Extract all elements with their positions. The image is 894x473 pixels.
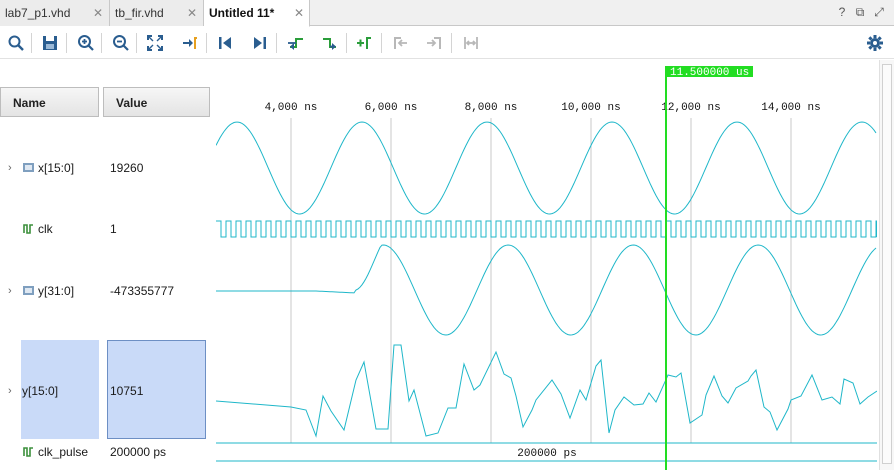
help-icon[interactable]: ? <box>834 4 850 20</box>
time-tick-label: 12,000 ns <box>661 102 720 114</box>
settings-icon[interactable] <box>866 34 884 52</box>
close-icon[interactable]: ✕ <box>187 0 197 26</box>
signal-name: clk_pulse <box>38 445 89 459</box>
tab-label: Untitled 11* <box>209 6 275 20</box>
signal-value: 19260 <box>110 161 144 175</box>
bit-signal-icon <box>23 447 33 457</box>
bus-signal-icon <box>23 163 34 172</box>
previous-transition-icon[interactable] <box>287 34 305 52</box>
signal-wave-y15 <box>215 344 878 438</box>
time-tick-label: 6,000 ns <box>365 102 418 114</box>
toolbar-separator <box>276 33 277 53</box>
signal-row-y31[interactable]: › y[31:0] -473355777 <box>0 281 210 301</box>
chevron-right-icon[interactable]: › <box>8 381 12 401</box>
signal-name: clk <box>38 222 53 236</box>
go-to-cursor-icon[interactable] <box>181 34 199 52</box>
tab-tb-fir[interactable]: tb_fir.vhd ✕ <box>110 0 204 26</box>
signal-row-y15[interactable]: › y[15:0] 10751 <box>0 381 210 401</box>
next-marker-icon[interactable] <box>426 34 444 52</box>
signal-value: 1 <box>110 222 117 236</box>
close-icon[interactable]: ✕ <box>294 0 304 26</box>
zoom-in-icon[interactable] <box>77 34 95 52</box>
signal-value: 200000 ps <box>110 445 167 459</box>
toolbar-separator <box>381 33 382 53</box>
toolbar-separator <box>31 33 32 53</box>
close-icon[interactable]: ✕ <box>93 0 103 26</box>
name-column-header[interactable]: Name <box>0 87 99 117</box>
signal-name: y[15:0] <box>22 384 59 398</box>
signal-wave-y31 <box>216 244 877 336</box>
time-tick-label: 14,000 ns <box>761 102 820 114</box>
bus-signal-icon <box>23 286 34 295</box>
toolbar-separator <box>206 33 207 53</box>
toolbar-separator <box>66 33 67 53</box>
tab-label: lab7_p1.vhd <box>5 6 71 20</box>
value-column-header[interactable]: Value <box>103 87 210 117</box>
tab-label: tb_fir.vhd <box>115 6 164 20</box>
signal-row-clk[interactable]: clk 1 <box>0 219 210 239</box>
tab-lab7-p1[interactable]: lab7_p1.vhd ✕ <box>0 0 110 26</box>
clk-pulse-bus-label: 200000 ps <box>517 448 576 460</box>
signal-value: 10751 <box>110 384 144 398</box>
editor-tab-bar: lab7_p1.vhd ✕ tb_fir.vhd ✕ Untitled 11* … <box>0 0 894 27</box>
chevron-right-icon[interactable]: › <box>8 281 12 301</box>
previous-marker-icon[interactable] <box>391 34 409 52</box>
swap-cursors-icon[interactable] <box>462 34 480 52</box>
zoom-out-icon[interactable] <box>112 34 130 52</box>
maximize-icon[interactable]: ⤢ <box>871 4 887 20</box>
waveform-toolbar <box>0 27 894 59</box>
zoom-fit-icon[interactable] <box>146 34 164 52</box>
signal-wave-x <box>215 121 877 215</box>
signal-value: -473355777 <box>110 284 175 298</box>
time-cursor-label[interactable]: 11.500000 us <box>670 67 749 79</box>
time-tick-label: 8,000 ns <box>465 102 518 114</box>
search-icon[interactable] <box>7 34 25 52</box>
go-to-time-0-icon[interactable] <box>216 34 234 52</box>
time-tick-label: 10,000 ns <box>561 102 620 114</box>
waveform-canvas[interactable]: 4,000 ns 6,000 ns 8,000 ns 10,000 ns 12,000 … <box>215 60 878 470</box>
go-to-last-time-icon[interactable] <box>251 34 269 52</box>
toolbar-separator <box>101 33 102 53</box>
waveform-svg[interactable]: 4,000 ns 6,000 ns 8,000 ns 10,000 ns 12,000 … <box>215 60 878 470</box>
signal-row-clk-pulse[interactable]: clk_pulse 200000 ps <box>0 442 210 462</box>
toolbar-separator <box>136 33 137 53</box>
vertical-scrollbar[interactable] <box>879 60 894 470</box>
bit-signal-icon <box>23 224 33 234</box>
time-tick-label: 4,000 ns <box>265 102 318 114</box>
save-icon[interactable] <box>41 34 59 52</box>
signal-wave-clk <box>216 220 878 238</box>
scrollbar-thumb[interactable] <box>882 64 892 464</box>
chevron-right-icon[interactable]: › <box>8 158 12 178</box>
add-marker-icon[interactable] <box>356 34 374 52</box>
next-transition-icon[interactable] <box>321 34 339 52</box>
tab-untitled-11[interactable]: Untitled 11* ✕ <box>204 0 310 27</box>
toolbar-separator <box>346 33 347 53</box>
signal-name: x[15:0] <box>38 161 75 175</box>
toolbar-separator <box>451 33 452 53</box>
signal-row-x[interactable]: › x[15:0] 19260 <box>0 158 210 178</box>
signal-name: y[31:0] <box>38 284 75 298</box>
restore-icon[interactable]: ⧉ <box>852 4 868 20</box>
